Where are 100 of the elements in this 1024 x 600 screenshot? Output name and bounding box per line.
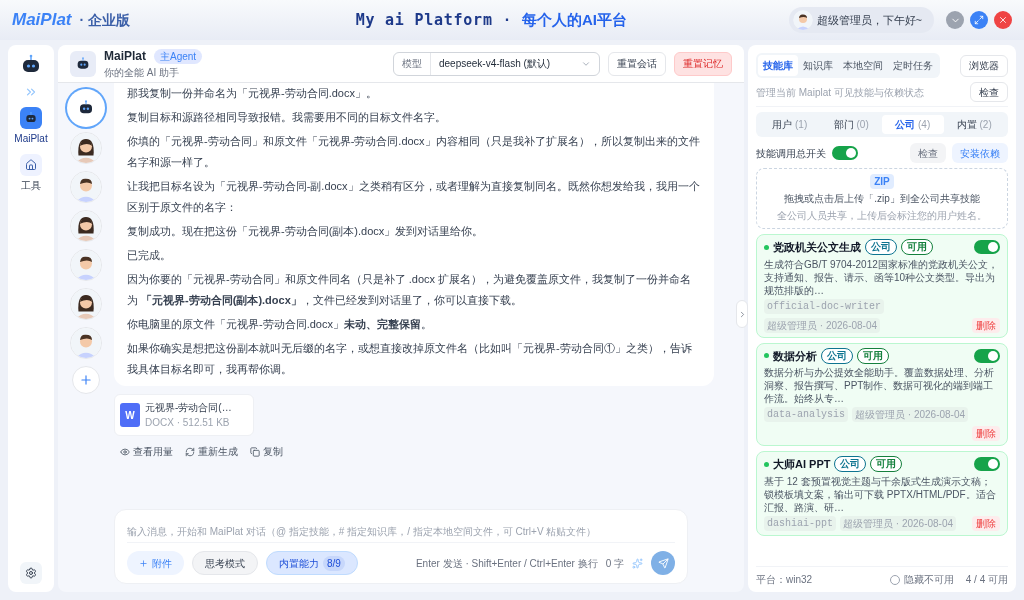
sparkle-icon [632, 557, 643, 569]
platform-label: 平台：win32 [756, 573, 814, 587]
message-action[interactable]: 复制 [250, 444, 283, 459]
upload-subtitle: 全公司人员共享，上传后会标注您的用户姓名。 [777, 209, 987, 223]
header-button[interactable]: 重置记忆 [674, 51, 732, 76]
message-composer[interactable]: 输入消息，开始和 MaiPlat 对话（@ 指定技能，# 指定知识库，/ 指定本地空间文件，可 Ctrl+V 粘贴文件） 附件 思考模式 内置能力 8/9 Enter 发送 · Shift+Enter / Ctrl+Enter 换行 0 字 [114, 509, 688, 584]
available-count: 4 / 4 可用 [965, 573, 1008, 587]
user-avatar [792, 10, 813, 30]
model-label: 模型 [394, 52, 431, 75]
attach-button[interactable]: 附件 [127, 551, 184, 575]
plus-icon [139, 558, 148, 568]
edition-label: 企业版 [88, 10, 131, 30]
separator-dot: · [79, 10, 85, 30]
plus-icon [79, 373, 93, 387]
toggle-switch[interactable] [974, 240, 1000, 255]
message-paragraph: 复制目标和源路径相同导致报错。我需要用不同的目标文件名字。 [127, 110, 447, 125]
upload-title: 拖拽或点击后上传「.zip」到全公司共享技能 [784, 192, 980, 206]
user-chip[interactable]: 超级管理员，下午好~ [788, 7, 934, 33]
skill-name: 数据分析 [773, 348, 817, 364]
think-mode-button[interactable]: 思考模式 [192, 551, 258, 575]
scope-tab[interactable]: 公司 (4) [882, 115, 944, 134]
word-file-icon: W [120, 403, 140, 427]
message-paragraph: 让我把目标名设为「元视界-劳动合同-副.docx」之类稍有区分，或者理解为直接复制同名。既然你想发给我，我用一个区别于原文件的名字： [127, 179, 701, 215]
send-hint: Enter 发送 · Shift+Enter / Ctrl+Enter 换行 [415, 556, 598, 571]
model-select[interactable]: 模型 deepseek-v4-flash (默认) [393, 51, 600, 76]
message-input[interactable]: 输入消息，开始和 MaiPlat 对话（@ 指定技能，# 指定知识库，/ 指定本地空间文件，可 Ctrl+V 粘贴文件） [127, 521, 675, 543]
skill-tag: 公司 [834, 456, 867, 473]
collapse-handle[interactable] [736, 300, 748, 328]
send-icon [657, 557, 669, 569]
agent-name: MaiPlat [104, 48, 146, 65]
scope-tab[interactable]: 内置 (2) [943, 115, 1005, 134]
copy-icon [250, 446, 260, 457]
skill-slug: dashiai-ppt [764, 515, 836, 531]
file-card[interactable]: W 元视界-劳动合同(… DOCX · 512.51 KB [114, 394, 254, 436]
check-button[interactable]: 检查 [970, 82, 1008, 102]
header-button[interactable]: 重置会话 [608, 51, 666, 76]
slogan-text: 每个人的AI平台 [522, 9, 627, 30]
agent-avatar[interactable] [70, 210, 102, 242]
toggle-switch[interactable] [974, 457, 1000, 472]
skill-name: 大师AI PPT [773, 457, 831, 472]
agent-avatar[interactable] [70, 249, 102, 281]
fullscreen-button[interactable] [970, 11, 988, 29]
message-paragraph: 如果你确实是想把这份副本就叫无后缀的名字，或想直接改掉原文件名（比如叫「元视界-劳动合同①」之类），告诉我具体目标名即可，我再帮你调。 [127, 341, 693, 377]
agent-badge: 主Agent [154, 48, 203, 64]
add-agent-button[interactable] [72, 366, 100, 394]
message-paragraph: 复制成功。现在把这份「元视界-劳动合同(副本).docx」发到对话里给你。 [127, 224, 485, 239]
skill-slug: data-analysis [764, 407, 848, 422]
panel-tab[interactable]: 知识库 [798, 55, 838, 76]
agent-avatar[interactable] [70, 132, 102, 164]
send-button[interactable] [651, 551, 675, 575]
skill-owner: 超级管理员 · 2026-08-04 [840, 515, 957, 531]
browser-button[interactable]: 浏览器 [960, 54, 1008, 77]
skill-tag: 可用 [857, 347, 889, 364]
skill-description: 基于 12 套预置视觉主题与千余版式生成演示文稿；锁模板填文案，输出可下载 PPTX/HTML/PDF。适合汇报、路演、研… [764, 474, 997, 514]
message-paragraph: 你填的「元视界-劳动合同」和原文件「元视界-劳动合同.docx」内容相同（只是我补了扩展名），所以复制出来的文件名字和源一样了。 [127, 134, 701, 170]
hide-unavailable-label: 隐藏不可用 [903, 573, 954, 587]
agent-avatar[interactable] [70, 171, 102, 203]
message-action[interactable]: 查看用量 [120, 444, 173, 459]
toggle-switch[interactable] [974, 348, 1000, 363]
close-button[interactable] [994, 11, 1012, 29]
install-deps-button[interactable]: 安装依赖 [952, 143, 1008, 163]
hide-unavailable-radio[interactable] [889, 574, 900, 585]
skill-tag: 公司 [865, 239, 897, 256]
file-meta: DOCX · 512.51 KB [145, 416, 231, 430]
message-action[interactable]: 重新生成 [185, 444, 238, 459]
agent-avatar[interactable] [70, 327, 102, 359]
separator-dot: · [504, 10, 510, 30]
close-icon [998, 15, 1008, 25]
panel-tab[interactable]: 技能库 [758, 55, 798, 76]
slogan-text: My ai Platform [355, 9, 493, 31]
master-switch-label: 技能调用总开关 [756, 146, 826, 161]
message-paragraph: 因为你要的「元视界-劳动合同」和原文件同名（只是补了 .docx 扩展名），为避免覆盖原文件，我复制了一份并命名为 「元视界-劳动合同(副本).docx」，文件已经发到对话里了，你可以直接下载。 [127, 272, 693, 308]
scope-tab[interactable]: 用户 (1) [759, 115, 821, 134]
agent-avatar[interactable] [70, 288, 102, 320]
robot-icon [24, 111, 38, 125]
skill-description: 生成符合GB/T 9704-2012国家标准的党政机关公文，支持通知、报告、请示、函等10种公文类型。导出为规范排版的… [764, 257, 999, 297]
eye-icon [120, 446, 130, 457]
brand-logo: MaiPlat [12, 9, 72, 32]
panel-tab[interactable]: 本地空间 [838, 55, 888, 76]
model-value: deepseek-v4-flash (默认) [438, 57, 552, 71]
panel-tab[interactable]: 定时任务 [888, 55, 938, 76]
skill-owner: 超级管理员 · 2026-08-04 [852, 407, 969, 422]
settings-icon [25, 567, 37, 579]
upload-dropzone[interactable]: ZIP 拖拽或点击后上传「.zip」到全公司共享技能 全公司人员共享，上传后会标注您的用户姓名。 [756, 168, 1008, 229]
toggle-switch[interactable] [832, 146, 858, 160]
check-button[interactable]: 检查 [910, 143, 946, 163]
rail-item[interactable]: MaiPlat [14, 107, 48, 146]
skill-tag: 可用 [870, 456, 903, 473]
scope-tab[interactable]: 部门 (0) [820, 115, 882, 134]
message-paragraph: 已完成。 [127, 248, 172, 263]
message-paragraph: 那我复制一份并命名为「元视界-劳动合同.docx」。 [127, 86, 378, 101]
skill-tag: 可用 [901, 239, 933, 256]
message-paragraph: 你电脑里的原文件「元视界-劳动合同.docx」未动、完整保留。 [127, 317, 433, 332]
home-icon [25, 159, 37, 171]
settings-button[interactable] [20, 562, 42, 584]
minimize-button[interactable] [946, 11, 964, 29]
greeting-text: 超级管理员，下午好~ [816, 12, 922, 28]
skill-name: 党政机关公文生成 [773, 240, 861, 255]
builtin-ability-button[interactable]: 内置能力 8/9 [266, 551, 358, 575]
file-name: 元视界-劳动合同(… [145, 401, 232, 415]
